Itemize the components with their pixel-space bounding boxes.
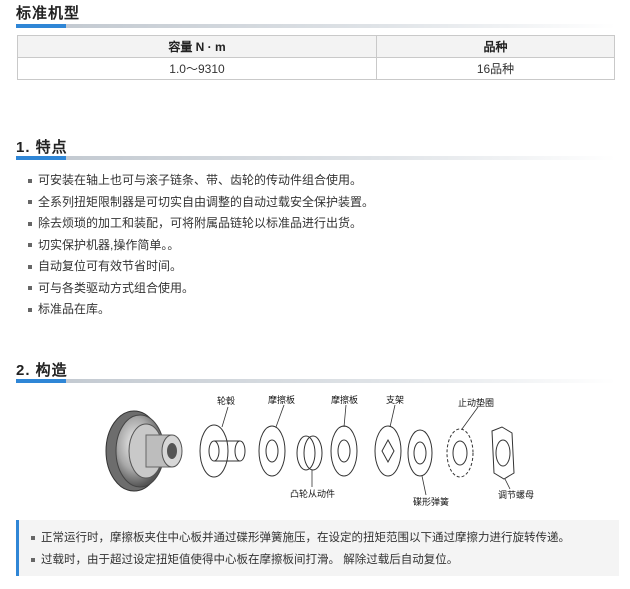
note-item: 正常运行时，摩擦板夹住中心板并通过碟形弹簧施压，在设定的扭矩范围以下通过摩擦力进… <box>31 529 570 545</box>
table-header-row: 容量 N · m 品种 <box>17 35 615 58</box>
list-item: 标准品在库。 <box>28 299 374 321</box>
assembled-torque-limiter-image <box>105 410 183 492</box>
bullet-icon <box>28 221 32 226</box>
column-header-capacity: 容量 N · m <box>17 35 377 58</box>
exploded-structure-diagram: 轮毂 摩擦板 摩擦板 支架 止动垫圈 凸轮从动件 碟形弹簧 调节螺母 <box>100 393 560 508</box>
section-title-standard: 标准机型 <box>16 5 81 22</box>
label-friction-plate: 摩擦板 <box>331 394 358 406</box>
spec-table: 容量 N · m 品种 1.0～9310 16品种 <box>17 35 615 80</box>
section-standard-models: 标准机型 <box>16 2 616 28</box>
friction-plate-part <box>330 425 358 477</box>
bullet-icon <box>28 200 32 205</box>
adjusting-nut-part <box>491 426 515 480</box>
stop-washer-part <box>446 428 474 478</box>
list-item: 全系列扭矩限制器是可切实自由调整的自动过载安全保护装置。 <box>28 192 374 214</box>
label-hub: 轮毂 <box>217 395 235 407</box>
table-row: 1.0～9310 16品种 <box>17 57 615 80</box>
disc-spring-part <box>407 429 433 477</box>
cam-follower-part <box>296 435 323 471</box>
list-item: 可与各类驱动方式组合使用。 <box>28 278 374 300</box>
label-friction-plate: 摩擦板 <box>268 394 295 406</box>
hub-part <box>199 424 246 478</box>
cell-capacity: 1.0～9310 <box>17 57 377 80</box>
list-item: 可安装在轴上也可与滚子链条、带、齿轮的传动件组合使用。 <box>28 170 374 192</box>
section-features: 1. 特点 <box>16 136 616 160</box>
feature-list: 可安装在轴上也可与滚子链条、带、齿轮的传动件组合使用。 全系列扭矩限制器是可切实… <box>28 170 374 321</box>
list-item: 切实保护机器,操作简单。。 <box>28 235 374 257</box>
note-item: 过载时，由于超过设定扭矩值使得中心板在摩擦板间打滑。 解除过载后自动复位。 <box>31 551 458 567</box>
list-item: 自动复位可有效节省时间。 <box>28 256 374 278</box>
friction-plate-part <box>258 425 286 477</box>
section-divider <box>16 156 616 160</box>
bracket-part <box>374 425 402 477</box>
label-cam-follower: 凸轮从动件 <box>290 488 335 500</box>
bullet-icon <box>28 178 32 183</box>
section-divider <box>16 379 616 383</box>
bullet-icon <box>28 243 32 248</box>
section-title-structure: 2. 构造 <box>16 362 68 379</box>
operation-note-box: 正常运行时，摩擦板夹住中心板并通过碟形弹簧施压，在设定的扭矩范围以下通过摩擦力进… <box>16 520 619 576</box>
bullet-icon <box>28 286 32 291</box>
bullet-icon <box>31 535 35 540</box>
label-bracket: 支架 <box>386 394 404 406</box>
bullet-icon <box>28 307 32 312</box>
bullet-icon <box>31 557 35 562</box>
structure-illustration: 轮毂 摩擦板 摩擦板 支架 止动垫圈 凸轮从动件 碟形弹簧 调节螺母 <box>105 394 534 508</box>
list-item: 除去烦琐的加工和装配，可将附属品链轮以标准品进行出货。 <box>28 213 374 235</box>
label-disc-spring: 碟形弹簧 <box>413 496 449 508</box>
column-header-variety: 品种 <box>376 35 615 58</box>
section-title-features: 1. 特点 <box>16 139 68 156</box>
cell-variety: 16品种 <box>376 57 615 80</box>
section-divider <box>16 24 616 28</box>
section-structure: 2. 构造 <box>16 359 616 383</box>
bullet-icon <box>28 264 32 269</box>
label-adjusting-nut: 调节螺母 <box>498 490 534 501</box>
label-stop-washer: 止动垫圈 <box>458 397 494 409</box>
